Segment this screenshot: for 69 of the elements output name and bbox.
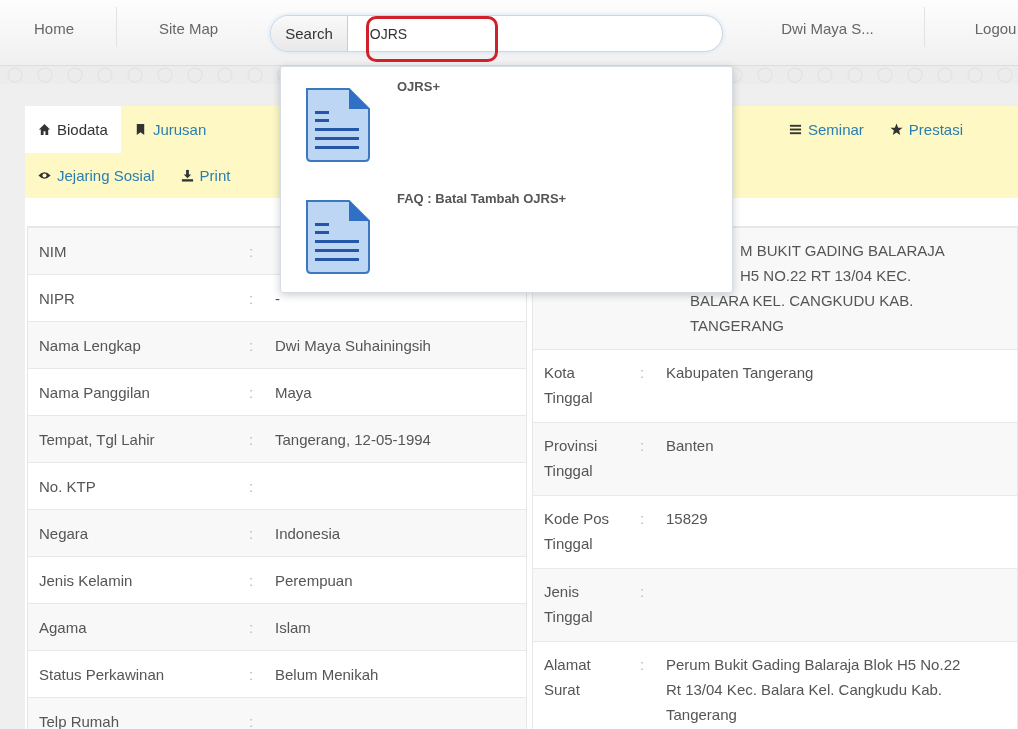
field-label: Alamat Surat (543, 655, 592, 700)
colon-separator: : (640, 363, 646, 383)
colon-separator: : (249, 712, 255, 729)
field-value: Tangerang, 12-05-1994 (275, 430, 431, 448)
colon-separator: : (249, 524, 255, 542)
colon-separator: : (640, 655, 646, 675)
user-link[interactable]: Dwi Maya S... (781, 15, 874, 42)
home-icon (38, 123, 51, 136)
field-label: NIPR (38, 289, 76, 307)
field-value: M BUKIT GADING BALARAJA (740, 241, 945, 261)
download-icon (180, 169, 194, 182)
field-value: 15829 (666, 509, 709, 529)
site-map-link[interactable]: Site Map (159, 15, 219, 42)
field-value: Belum Menikah (275, 665, 379, 683)
field-value: Indonesia (275, 524, 341, 542)
field-value: Islam (275, 618, 311, 636)
field-label: Jenis Kelamin (38, 571, 134, 589)
search-result-link[interactable]: FAQ : Batal Tambah OJRS+ (397, 191, 567, 206)
field-label: No. KTP (38, 477, 97, 495)
document-icon (303, 199, 371, 275)
field-label: Jenis Tinggal (543, 582, 594, 627)
field-label: NIM (38, 242, 68, 260)
search-button[interactable]: Search (271, 16, 348, 51)
field-label: Provinsi Tinggal (543, 436, 599, 481)
field-value: TANGERANG (690, 316, 784, 336)
colon-separator: : (249, 477, 255, 495)
colon-separator: : (249, 571, 255, 589)
field-value: Banten (666, 436, 715, 456)
search-result-link[interactable]: OJRS+ (397, 79, 440, 94)
field-value: - (275, 289, 280, 307)
colon-separator: : (249, 665, 255, 683)
field-value: Dwi Maya Suhainingsih (275, 336, 431, 354)
field-label: Status Perkawinan (38, 665, 166, 683)
search-field[interactable]: Search OJRS (270, 15, 724, 52)
field-value: H5 NO.22 RT 13/04 KEC. (740, 266, 912, 286)
logout-link[interactable]: Logou (974, 15, 1017, 42)
field-label: Agama (38, 618, 88, 636)
field-label: Kode Pos Tinggal (543, 509, 611, 554)
colon-separator: : (249, 242, 255, 260)
document-icon (303, 87, 371, 163)
colon-separator: : (249, 336, 255, 354)
colon-separator: : (249, 289, 255, 307)
colon-separator: : (640, 582, 646, 602)
field-label: Tempat, Tgl Lahir (38, 430, 156, 448)
star-icon (889, 123, 903, 136)
colon-separator: : (640, 436, 646, 456)
field-label: Nama Lengkap (38, 336, 142, 354)
field-value: BALARA KEL. CANGKUDU KAB. (690, 291, 914, 311)
field-value: Kabupaten Tangerang (666, 363, 815, 383)
home-link[interactable]: Home (34, 15, 74, 42)
tab[interactable]: Prestasi (876, 106, 976, 153)
tab[interactable]: Seminar (775, 106, 877, 153)
field-label: Kota Tinggal (543, 363, 594, 408)
field-label: Nama Panggilan (38, 383, 151, 401)
eye-icon (38, 169, 51, 182)
list-icon (788, 123, 802, 136)
field-value: Perum Bukit Gading Balaraja Blok H5 No.22 Rt 13/04 Kec. Balara Kel. Cangkudu Kab. Tangerang (666, 655, 962, 725)
colon-separator: : (249, 618, 255, 636)
field-value: Maya (275, 383, 312, 401)
field-label: Telp Rumah (38, 712, 121, 729)
field-label: Negara (38, 524, 90, 542)
colon-separator: : (249, 383, 255, 401)
tab[interactable]: Jurusan (120, 106, 220, 153)
field-value: Perempuan (275, 571, 353, 589)
colon-separator: : (249, 430, 255, 448)
tab[interactable]: Jejaring Sosial (25, 153, 168, 198)
colon-separator: : (640, 509, 646, 529)
tab[interactable]: Print (167, 153, 244, 198)
tab[interactable]: Biodata (25, 106, 121, 153)
